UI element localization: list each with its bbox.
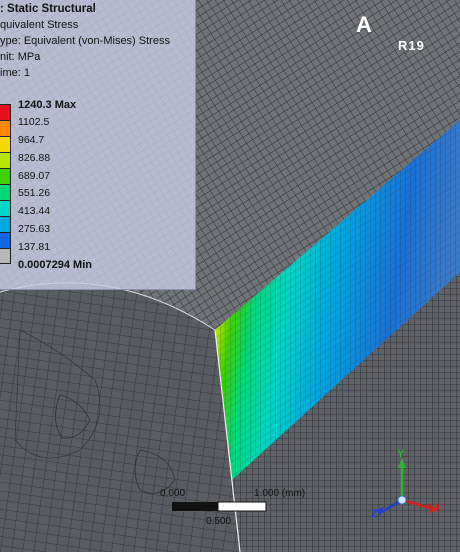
legend-panel[interactable]: : Static Structural quivalent Stress ype… bbox=[0, 0, 196, 290]
scale-bar-mid-label: 0.500 bbox=[206, 516, 232, 527]
legend-swatch bbox=[0, 120, 11, 136]
legend-value: 689.07 bbox=[18, 170, 51, 182]
triad-y-label: Y bbox=[397, 448, 405, 460]
legend-swatch bbox=[0, 200, 11, 216]
legend-unit: nit: MPa bbox=[0, 51, 41, 63]
legend-value: 826.88 bbox=[18, 152, 51, 164]
legend-value: 137.81 bbox=[18, 241, 51, 253]
legend-swatch bbox=[0, 216, 11, 232]
scale-bar-left-label: 0.000 bbox=[160, 488, 186, 499]
legend-swatch bbox=[0, 152, 11, 168]
legend-swatch bbox=[0, 232, 11, 248]
legend-max-value: 1240.3 Max bbox=[18, 99, 77, 111]
legend-result-name: quivalent Stress bbox=[0, 19, 79, 31]
legend-time: ime: 1 bbox=[0, 67, 30, 79]
scale-bar-white bbox=[217, 501, 267, 512]
legend-value: 1102.5 bbox=[18, 116, 50, 128]
ansys-release-label: R19 bbox=[398, 38, 425, 53]
legend-analysis-title: : Static Structural bbox=[0, 3, 96, 15]
legend-min-value: 0.0007294 Min bbox=[18, 259, 92, 271]
legend-swatch bbox=[0, 184, 11, 200]
legend-result-type: ype: Equivalent (von-Mises) Stress bbox=[0, 35, 170, 47]
graphics-viewport[interactable]: A R19 : Static Structural quivalent Stre… bbox=[0, 0, 460, 552]
scale-bar-black bbox=[172, 502, 218, 511]
legend-value: 964.7 bbox=[18, 134, 45, 146]
legend-swatch bbox=[0, 136, 11, 152]
legend-swatch bbox=[0, 248, 11, 264]
legend-value: 413.44 bbox=[18, 205, 51, 217]
legend-value: 275.63 bbox=[18, 223, 51, 235]
triad-x-label: X bbox=[434, 502, 442, 514]
scale-bar-right-label: 1.000 (mm) bbox=[254, 488, 306, 499]
ansys-logo: A bbox=[356, 12, 373, 37]
legend-swatch bbox=[0, 168, 11, 184]
legend-swatch bbox=[0, 104, 11, 120]
legend-value: 551.26 bbox=[18, 187, 51, 199]
triad-z-label: Z bbox=[371, 508, 378, 520]
